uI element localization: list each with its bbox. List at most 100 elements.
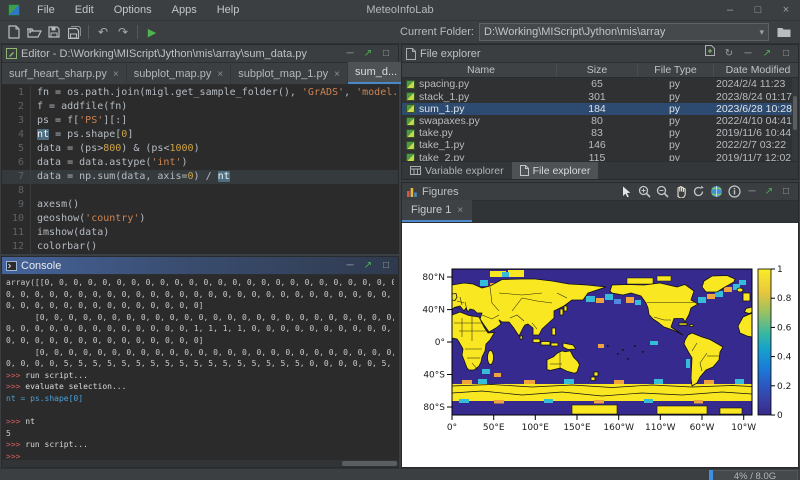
minimize-panel-button[interactable]: ─ — [744, 184, 760, 200]
select-cursor-tool[interactable] — [618, 184, 635, 199]
detach-panel-button[interactable]: ↗ — [360, 258, 376, 274]
code-line[interactable]: 2f = addfile(fn) — [2, 100, 398, 114]
editor-tab[interactable]: subplot_map_1.py× — [231, 64, 348, 84]
scrollbar-thumb[interactable] — [793, 96, 797, 130]
close-window-button[interactable]: × — [772, 0, 800, 20]
detach-panel-button[interactable]: ↗ — [360, 46, 376, 62]
save-all-button[interactable] — [64, 23, 84, 41]
redo-button[interactable]: ↷ — [113, 23, 133, 41]
open-file-button[interactable] — [24, 23, 44, 41]
line-number: 8 — [2, 184, 31, 198]
file-list-scrollbar[interactable] — [792, 78, 798, 160]
minimize-panel-button[interactable]: ─ — [342, 258, 358, 274]
code-line[interactable]: 4nt = ps.shape[0] — [2, 128, 398, 142]
minimize-panel-button[interactable]: ─ — [342, 46, 358, 62]
code-editor[interactable]: 1fn = os.path.join(migl.get_sample_folde… — [2, 85, 398, 253]
console-horizontal-scrollbar[interactable] — [2, 459, 398, 467]
figures-header: Figures — [402, 183, 798, 201]
close-icon[interactable]: × — [457, 205, 463, 216]
file-name: spacing.py — [419, 78, 469, 90]
x-tick-label: 110°W — [645, 423, 676, 433]
figure-canvas[interactable]: 80°N 40°N 0° 40°S 80°S — [402, 223, 798, 467]
memory-indicator[interactable]: 4% / 8.0G — [709, 470, 798, 480]
code-segment: ) — [182, 157, 188, 168]
file-name: take.py — [419, 127, 453, 139]
save-button[interactable] — [44, 23, 64, 41]
tab-file-explorer[interactable]: File explorer — [512, 162, 599, 179]
code-text: nt = ps.shape[0] — [31, 128, 133, 142]
new-file-icon — [705, 45, 715, 56]
code-line[interactable]: 11imshow(data) — [2, 226, 398, 240]
console-output[interactable]: array([[0, 0, 0, 0, 0, 0, 0, 0, 0, 0, 0,… — [2, 275, 398, 459]
maximize-window-button[interactable]: □ — [744, 0, 772, 20]
globe-tool[interactable] — [708, 184, 725, 199]
close-icon[interactable]: × — [334, 69, 340, 80]
file-row[interactable]: stack_1.py301py2023/8/24 01:17 — [402, 91, 798, 103]
refresh-button[interactable]: ↻ — [721, 46, 737, 62]
detach-panel-button[interactable]: ↗ — [759, 46, 775, 62]
column-header-datemodified[interactable]: Date Modified — [714, 63, 798, 77]
menu-file[interactable]: File — [28, 2, 64, 18]
code-segment: = ps.shape[ — [49, 129, 121, 140]
code-line[interactable]: 1fn = os.path.join(migl.get_sample_folde… — [2, 86, 398, 100]
code-line[interactable]: 7data = np.sum(data, axis=0) / nt — [2, 170, 398, 184]
console-line: >>> — [6, 451, 394, 459]
current-folder-combobox[interactable]: D:\Working\MIScript\Jython\mis\array ▾ — [479, 23, 769, 41]
maximize-panel-button[interactable]: □ — [778, 184, 794, 200]
maximize-panel-button[interactable]: □ — [378, 258, 394, 274]
file-row[interactable]: take_1.py146py2022/2/7 03:22 — [402, 139, 798, 151]
editor-tab[interactable]: subplot_map.py× — [127, 64, 232, 84]
console-prompt: >>> — [6, 417, 20, 426]
browse-folder-button[interactable] — [774, 23, 794, 41]
tab-label: surf_heart_sharp.py — [9, 68, 107, 80]
code-segment: ) & (ps< — [121, 143, 169, 154]
zoom-out-tool[interactable] — [654, 184, 671, 199]
window-controls: – □ × — [716, 0, 800, 20]
editor-tab[interactable]: surf_heart_sharp.py × — [2, 64, 127, 84]
code-line[interactable]: 6data = data.astype('int') — [2, 156, 398, 170]
scrollbar-thumb[interactable] — [342, 461, 397, 466]
undo-button[interactable]: ↶ — [93, 23, 113, 41]
detach-panel-button[interactable]: ↗ — [761, 184, 777, 200]
column-header-size[interactable]: Size — [557, 63, 638, 77]
close-icon[interactable]: × — [113, 69, 119, 80]
rotate-tool[interactable] — [690, 184, 707, 199]
menu-help[interactable]: Help — [208, 2, 249, 18]
run-script-button[interactable]: ▶ — [142, 23, 162, 41]
minimize-panel-button[interactable]: ─ — [740, 46, 756, 62]
zoom-in-tool[interactable] — [636, 184, 653, 199]
close-icon[interactable]: × — [217, 69, 223, 80]
tab-label: Variable explorer — [425, 165, 504, 177]
tab-label: sum_d... — [355, 66, 397, 78]
code-segment: ][:] — [103, 115, 127, 126]
code-text: ps = f['PS'][:] — [31, 114, 127, 128]
column-header-filetype[interactable]: File Type — [638, 63, 714, 77]
new-file-button[interactable] — [702, 45, 718, 62]
code-line[interactable]: 12colorbar() — [2, 240, 398, 253]
info-tool[interactable] — [726, 184, 743, 199]
pan-tool[interactable] — [672, 184, 689, 199]
file-row[interactable]: take_2.py115py2019/11/7 12:02 — [402, 152, 798, 161]
minimize-window-button[interactable]: – — [716, 0, 744, 20]
code-line[interactable]: 5data = (ps>800) & (ps<1000) — [2, 142, 398, 156]
code-line[interactable]: 10geoshow('country') — [2, 212, 398, 226]
file-row[interactable]: spacing.py65py2024/2/4 11:23 — [402, 78, 798, 90]
menu-edit[interactable]: Edit — [66, 2, 103, 18]
tab-variable-explorer[interactable]: Variable explorer — [402, 162, 512, 179]
code-line[interactable]: 9axesm() — [2, 198, 398, 212]
console-line: 0, 0, 0, 0, 0, 0, 0, 0, 0, 0, 0, 0, 0, 0… — [6, 300, 394, 312]
file-row[interactable]: sum_1.py184py2023/6/28 10:28 — [402, 103, 798, 115]
code-line[interactable]: 8 — [2, 184, 398, 198]
maximize-panel-button[interactable]: □ — [378, 46, 394, 62]
new-file-button[interactable] — [4, 23, 24, 41]
file-row[interactable]: swapaxes.py80py2022/4/10 04:41 — [402, 115, 798, 127]
column-header-name[interactable]: Name — [402, 63, 557, 77]
maximize-panel-button[interactable]: □ — [778, 46, 794, 62]
menu-apps[interactable]: Apps — [163, 2, 206, 18]
figures-chart-icon — [406, 186, 418, 197]
menu-options[interactable]: Options — [105, 2, 161, 18]
y-tick-label: 40°N — [422, 306, 445, 316]
tab-figure-1[interactable]: Figure 1 × — [402, 200, 472, 222]
file-row[interactable]: take.py83py2019/11/6 10:44 — [402, 127, 798, 139]
code-line[interactable]: 3ps = f['PS'][:] — [2, 114, 398, 128]
